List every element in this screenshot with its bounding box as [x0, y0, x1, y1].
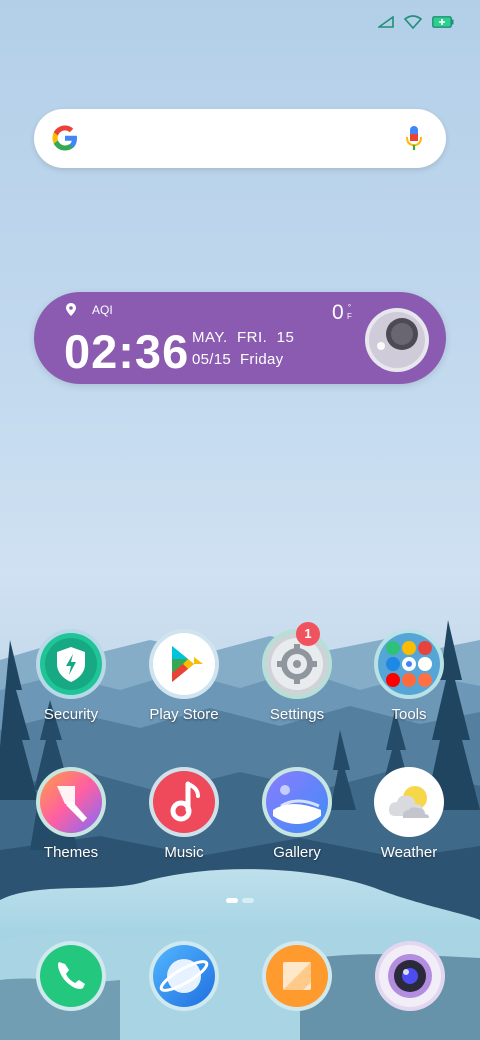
- notification-badge: 1: [296, 622, 320, 646]
- music-note-icon: [148, 766, 220, 838]
- clock-weather-widget[interactable]: AQI 02:36 MAY. FRI. 15 05/15 Friday 0 ° F: [34, 292, 446, 384]
- browser-icon[interactable]: [148, 940, 220, 1012]
- app-label: Settings: [269, 706, 325, 723]
- notes-icon[interactable]: [261, 940, 333, 1012]
- wifi-icon: [404, 15, 422, 29]
- phone-icon[interactable]: [35, 940, 107, 1012]
- app-label: Play Store: [149, 706, 219, 723]
- battery-charging-icon: [432, 16, 454, 28]
- app-label: Themes: [43, 844, 99, 861]
- app-security[interactable]: Security: [16, 628, 126, 748]
- tools-folder-icon: [373, 628, 445, 700]
- camera-icon[interactable]: [374, 940, 446, 1012]
- app-settings[interactable]: Settings: [242, 628, 352, 748]
- app-label: Music: [164, 844, 204, 861]
- gallery-icon: [261, 766, 333, 838]
- weather-cloud-sun-icon: [373, 766, 445, 838]
- themes-brush-icon: [35, 766, 107, 838]
- play-store-icon: [148, 628, 220, 700]
- page-dot-active[interactable]: [226, 898, 238, 903]
- app-label: Gallery: [273, 844, 321, 861]
- app-themes[interactable]: Themes: [16, 766, 126, 886]
- clock-time[interactable]: 02:36: [64, 324, 189, 379]
- google-logo-icon: [50, 123, 80, 158]
- aqi-label: AQI: [92, 303, 113, 317]
- app-label: Security: [43, 706, 99, 723]
- app-tools-folder[interactable]: Tools: [354, 628, 464, 748]
- security-shield-icon: [35, 628, 107, 700]
- google-search-bar[interactable]: [34, 109, 446, 168]
- app-label: Tools: [391, 706, 427, 723]
- app-gallery[interactable]: Gallery: [242, 766, 352, 886]
- temperature-unit: ° F: [347, 303, 352, 321]
- search-input[interactable]: [94, 119, 386, 157]
- app-music[interactable]: Music: [129, 766, 239, 886]
- date-line-primary: MAY. FRI. 15: [192, 329, 295, 346]
- cellular-signal-icon: [378, 16, 394, 28]
- app-label: Weather: [380, 844, 438, 861]
- page-indicator: [226, 898, 254, 903]
- microphone-icon[interactable]: [404, 124, 424, 157]
- app-weather[interactable]: Weather: [354, 766, 464, 886]
- weather-lens-icon[interactable]: [364, 307, 430, 373]
- date-line-secondary: 05/15 Friday: [192, 351, 284, 368]
- page-dot[interactable]: [242, 898, 254, 903]
- app-play-store[interactable]: Play Store: [129, 628, 239, 748]
- status-bar: [378, 12, 454, 32]
- location-pin-icon: [66, 303, 76, 321]
- temperature-value: 0: [332, 301, 344, 324]
